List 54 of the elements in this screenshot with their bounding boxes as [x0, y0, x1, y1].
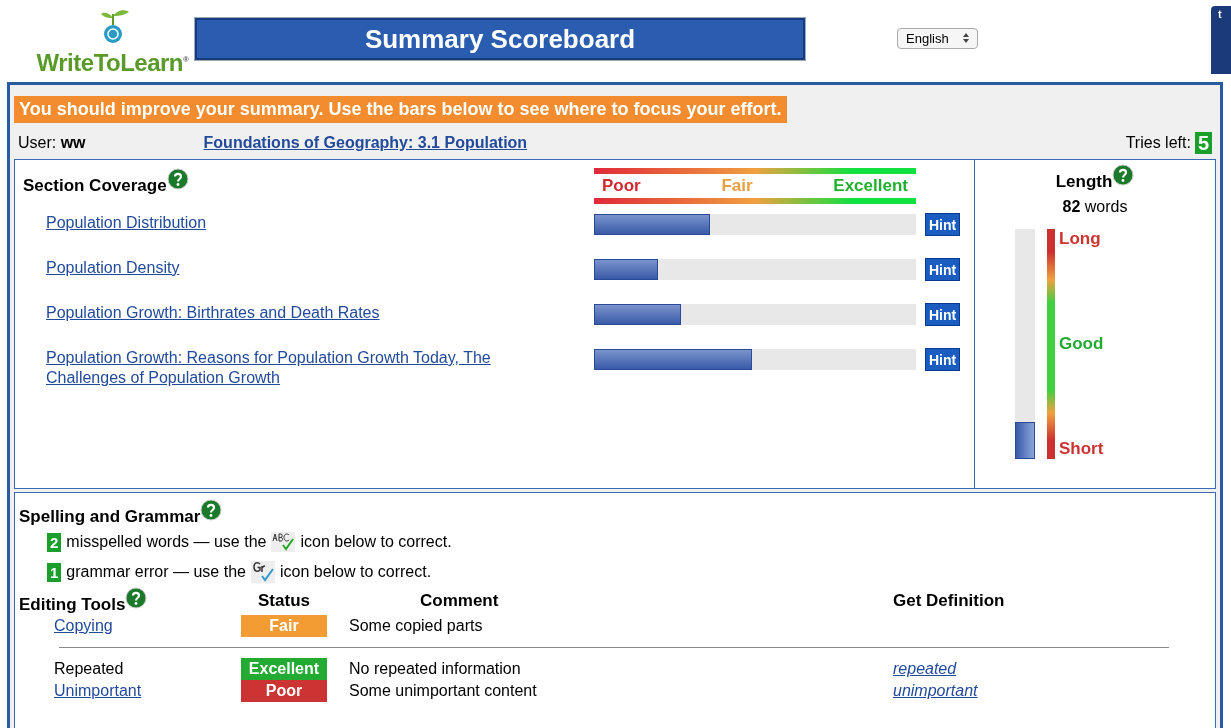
tool-name: Repeated [54, 660, 124, 677]
error-text: grammar error — use the [66, 563, 246, 581]
status-badge: Poor [241, 680, 327, 702]
tries-count: 5 [1194, 132, 1212, 154]
column-header: Get Definition [893, 591, 1005, 610]
help-icon[interactable] [166, 168, 189, 190]
error-text: icon below to correct. [279, 563, 432, 581]
hint-button[interactable]: Hint [925, 213, 961, 236]
definition-link[interactable]: unimportant [893, 682, 978, 699]
comment-text: No repeated information [349, 660, 521, 677]
status-badge: Excellent [241, 658, 327, 680]
hint-button[interactable]: Hint [925, 258, 961, 281]
status-badge: Fair [241, 615, 327, 637]
section-link[interactable]: Population Growth: Birthrates and Death Rates [46, 303, 546, 323]
comment-text: Some unimportant content [349, 682, 537, 699]
language-select[interactable]: English [897, 28, 978, 49]
definition-link[interactable]: repeated [893, 660, 957, 677]
rating-label: Poor [602, 176, 641, 196]
rating-label: Fair [721, 176, 753, 196]
help-icon[interactable] [200, 499, 223, 521]
updown-arrows-icon [962, 33, 969, 43]
user-label: User: ww [18, 134, 86, 152]
assignment-link[interactable]: Foundations of Geography: 3.1 Population [203, 134, 528, 152]
section-link[interactable]: Population Growth: Reasons for Population Growth Today, The Challenges of Population Growth [46, 348, 546, 388]
tool-link[interactable]: Copying [54, 617, 113, 634]
length-scale-label: Good [1059, 334, 1104, 354]
help-icon[interactable] [125, 587, 148, 609]
spell-check-icon [271, 532, 296, 552]
feedback-banner: You should improve your summary. Use the bars below to see where to focus your effort. [14, 96, 787, 123]
error-text: misspelled words — use the [66, 533, 267, 551]
comment-text: Some copied parts [349, 617, 483, 634]
word-count: 82 words [1062, 198, 1128, 216]
tries-left-label: Tries left: [1125, 134, 1191, 152]
section-link[interactable]: Population Density [46, 258, 546, 278]
column-header: Comment [420, 591, 499, 610]
help-icon[interactable] [1112, 164, 1135, 186]
page-title: Summary Scoreboard [195, 18, 805, 60]
logo-text: WriteToLearn$^{®}$ [36, 48, 189, 77]
error-count: 1 [47, 562, 62, 582]
section-heading: Length [1055, 172, 1113, 192]
rating-label: Excellent [833, 176, 908, 196]
hint-button[interactable]: Hint [925, 303, 961, 326]
tool-link[interactable]: Unimportant [54, 682, 142, 699]
column-header: Status [258, 591, 310, 611]
section-heading: Editing Tools [19, 595, 126, 615]
section-heading: Section Coverage [23, 176, 167, 196]
section-heading: Spelling and Grammar [19, 507, 201, 527]
grammar-check-icon [250, 561, 275, 583]
length-scale-label: Long [1059, 229, 1102, 249]
error-text: icon below to correct. [300, 533, 452, 551]
error-count: 2 [47, 532, 62, 552]
length-scale-label: Short [1059, 439, 1104, 459]
section-link[interactable]: Population Distribution [46, 213, 546, 233]
hint-button[interactable]: Hint [925, 348, 961, 371]
